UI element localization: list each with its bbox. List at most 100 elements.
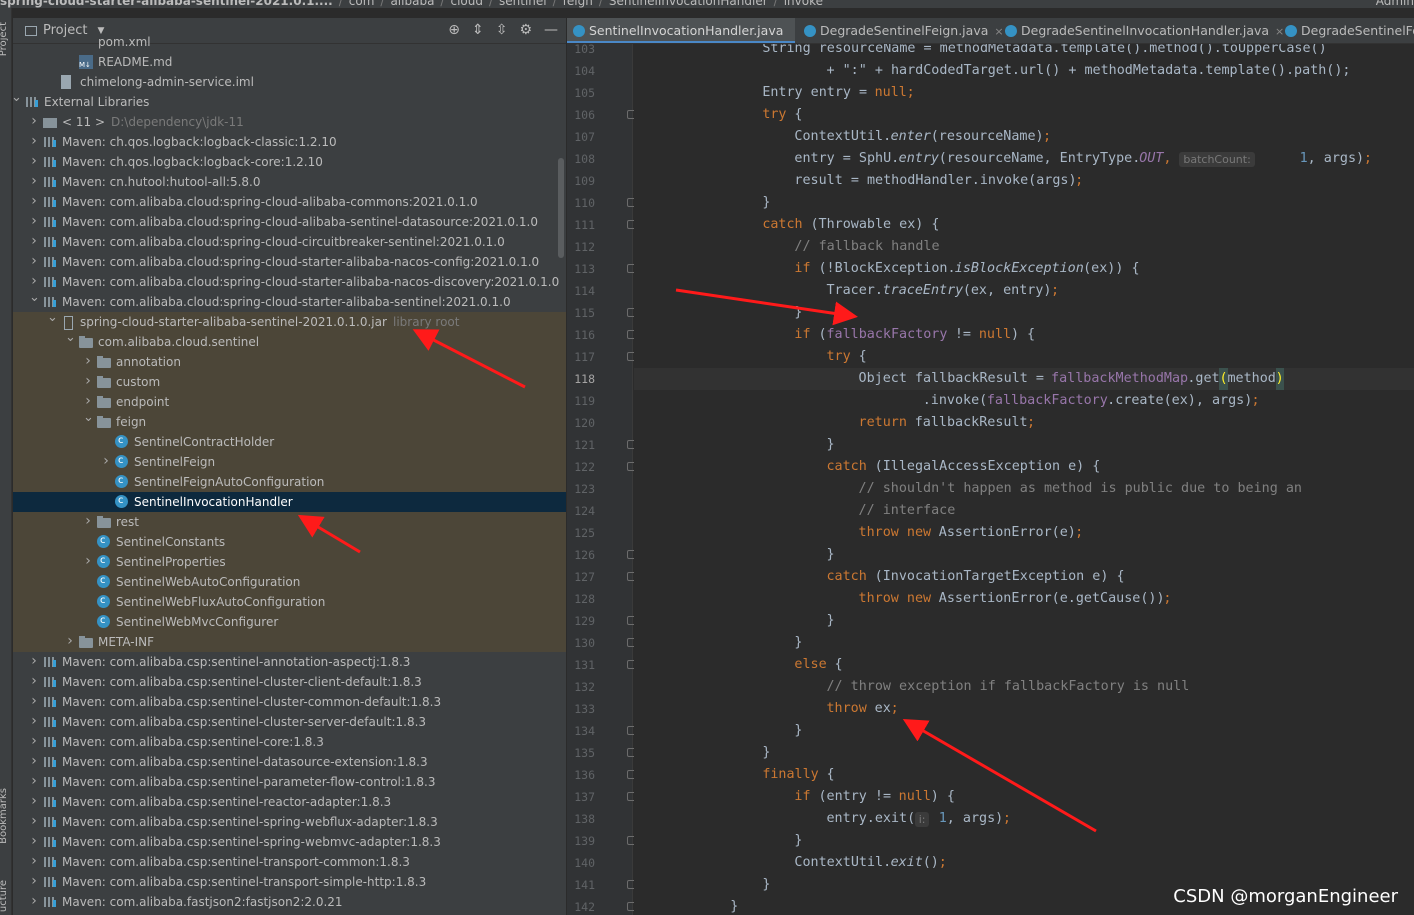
admin-label[interactable]: Admin xyxy=(1376,0,1414,8)
tree-item-library[interactable]: › Maven: com.alibaba.csp:sentinel-core:1.… xyxy=(13,732,566,752)
tree-item-class[interactable]: SentinelConstants xyxy=(13,531,566,552)
tree-item-folder-annotation[interactable]: › annotation xyxy=(13,352,566,372)
tree-item-library-sentinel[interactable]: ⌄ Maven: com.alibaba.cloud:spring-cloud-s… xyxy=(13,290,566,312)
tree-item-class[interactable]: SentinelFeignAutoConfiguration xyxy=(13,471,566,492)
bookmarks-tool-tab[interactable]: Bookmarks xyxy=(0,788,9,844)
tab-active[interactable]: SentinelInvocationHandler.java xyxy=(567,18,796,43)
chevron-down-icon[interactable]: ⌄ xyxy=(83,408,94,428)
chevron-down-icon[interactable]: ⌄ xyxy=(29,288,40,308)
tree-item-class[interactable]: SentinelWebMvcConfigurer xyxy=(13,611,566,632)
breadcrumb-item[interactable]: sentinel xyxy=(499,0,547,8)
chevron-down-icon[interactable]: ⌄ xyxy=(65,328,76,348)
tree-item-class[interactable]: › SentinelProperties xyxy=(13,551,566,572)
tree-item-library[interactable]: › Maven: com.alibaba.csp:sentinel-annotat… xyxy=(13,652,566,672)
tree-item-folder-meta-inf[interactable]: › META-INF xyxy=(13,632,566,652)
breadcrumb-item[interactable]: invoke xyxy=(784,0,823,8)
breadcrumb-item[interactable]: spring-cloud-starter-alibaba-sentinel-20… xyxy=(0,0,333,8)
chevron-right-icon[interactable]: › xyxy=(29,211,39,231)
code-token: entry = SphU. xyxy=(794,151,900,166)
tree-item-library[interactable]: › Maven: com.alibaba.csp:sentinel-cluster… xyxy=(13,692,566,712)
breadcrumb-item[interactable]: cloud xyxy=(450,0,483,8)
tree-item-library[interactable]: › Maven: com.alibaba.csp:sentinel-spring-… xyxy=(13,832,566,852)
tab-file[interactable]: DegradeSentinelInvocationHandler.java × xyxy=(999,18,1296,43)
tree-item-class-selected[interactable]: SentinelInvocationHandler xyxy=(13,491,566,512)
tree-item-class[interactable]: › SentinelFeign xyxy=(13,451,566,472)
tree-item-class[interactable]: SentinelWebAutoConfiguration xyxy=(13,571,566,592)
tree-item-library[interactable]: › Maven: com.alibaba.csp:sentinel-paramet… xyxy=(13,772,566,792)
chevron-right-icon[interactable]: › xyxy=(29,751,39,771)
chevron-right-icon[interactable]: › xyxy=(83,371,93,391)
tree-item-iml[interactable]: chimelong-admin-service.iml xyxy=(13,72,566,92)
code-token: ContextUtil. xyxy=(794,855,892,870)
chevron-right-icon[interactable]: › xyxy=(29,731,39,751)
tree-item-library[interactable]: › Maven: com.alibaba.csp:sentinel-transpo… xyxy=(13,872,566,892)
tree-item-folder-rest[interactable]: › rest xyxy=(13,512,566,532)
scrollbar[interactable] xyxy=(558,158,564,258)
chevron-right-icon[interactable]: › xyxy=(29,831,39,851)
tree-item-folder-endpoint[interactable]: › endpoint xyxy=(13,392,566,412)
chevron-right-icon[interactable]: › xyxy=(29,771,39,791)
chevron-right-icon[interactable]: › xyxy=(29,171,39,191)
tree-item-library[interactable]: › Maven: com.alibaba.csp:sentinel-datasou… xyxy=(13,752,566,772)
tree-item-label: SentinelProperties xyxy=(116,555,226,569)
chevron-right-icon[interactable]: › xyxy=(29,871,39,891)
tree-item-library[interactable]: › Maven: com.alibaba.csp:sentinel-spring-… xyxy=(13,812,566,832)
chevron-right-icon[interactable]: › xyxy=(101,451,111,471)
tab-file[interactable]: DegradeSentinelFeign.java × xyxy=(798,18,1016,43)
tree-item-label: SentinelWebFluxAutoConfiguration xyxy=(116,595,326,609)
tree-item-library[interactable]: › Maven: ch.qos.logback:logback-classic:1… xyxy=(13,132,566,152)
chevron-right-icon[interactable]: › xyxy=(29,671,39,691)
tree-item-library[interactable]: › Maven: ch.qos.logback:logback-core:1.2.… xyxy=(13,152,566,172)
chevron-down-icon[interactable]: ⌄ xyxy=(13,88,22,108)
tree-item-library[interactable]: › Maven: com.alibaba.csp:sentinel-reactor… xyxy=(13,792,566,812)
chevron-right-icon[interactable]: › xyxy=(29,791,39,811)
tree-item-jar[interactable]: ⌄ spring-cloud-starter-alibaba-sentinel-2… xyxy=(13,310,566,332)
chevron-down-icon[interactable]: ⌄ xyxy=(47,308,58,328)
code-token: } xyxy=(762,745,771,760)
chevron-right-icon[interactable]: › xyxy=(29,651,39,671)
chevron-right-icon[interactable]: › xyxy=(65,631,75,651)
tree-item-library[interactable]: › Maven: com.alibaba.cloud:spring-cloud-a… xyxy=(13,212,566,232)
chevron-right-icon[interactable]: › xyxy=(29,251,39,271)
project-tool-tab[interactable]: Project xyxy=(0,22,9,56)
chevron-right-icon[interactable]: › xyxy=(83,511,93,531)
class-icon xyxy=(115,431,128,451)
breadcrumb-item[interactable]: feign xyxy=(563,0,593,8)
chevron-right-icon[interactable]: › xyxy=(29,891,39,911)
tree-item-library[interactable]: › Maven: com.alibaba.cloud:spring-cloud-a… xyxy=(13,192,566,212)
tree-item-library[interactable]: › Maven: com.alibaba.csp:sentinel-cluster… xyxy=(13,672,566,692)
chevron-right-icon[interactable]: › xyxy=(29,111,39,131)
chevron-right-icon[interactable]: › xyxy=(29,191,39,211)
chevron-right-icon[interactable]: › xyxy=(29,691,39,711)
tree-item-jdk[interactable]: › < 11 > D:\dependency\jdk-11 xyxy=(13,112,566,132)
tree-item-library[interactable]: › Maven: cn.hutool:hutool-all:5.8.0 xyxy=(13,172,566,192)
chevron-right-icon[interactable]: › xyxy=(29,811,39,831)
tab-file[interactable]: DegradeSentinelFei xyxy=(1279,18,1414,43)
tree-item-library[interactable]: › Maven: com.alibaba.csp:sentinel-cluster… xyxy=(13,712,566,732)
breadcrumb-item[interactable]: SentinelInvocationHandler xyxy=(609,0,768,8)
tree-item-library[interactable]: › Maven: com.alibaba.cloud:spring-cloud-s… xyxy=(13,252,566,272)
chevron-right-icon[interactable]: › xyxy=(29,231,39,251)
chevron-right-icon[interactable]: › xyxy=(29,131,39,151)
tree-item-readme[interactable]: README.md xyxy=(13,52,566,75)
tree-item-pom[interactable]: pom.xml xyxy=(13,32,566,52)
tree-item-library[interactable]: › Maven: com.alibaba.cloud:spring-cloud-s… xyxy=(13,272,566,292)
structure-tool-tab[interactable]: ucture xyxy=(0,880,9,912)
chevron-right-icon[interactable]: › xyxy=(29,151,39,171)
chevron-right-icon[interactable]: › xyxy=(83,351,93,371)
tree-item-folder-custom[interactable]: › custom xyxy=(13,372,566,392)
code-editor[interactable]: String resourceName = methodMetadata.tem… xyxy=(634,44,1414,915)
chevron-right-icon[interactable]: › xyxy=(83,551,93,571)
tree-item-class[interactable]: SentinelWebFluxAutoConfiguration xyxy=(13,591,566,612)
tree-item-library[interactable]: › Maven: com.alibaba.cloud:spring-cloud-c… xyxy=(13,232,566,252)
tree-item-folder-feign[interactable]: ⌄ feign xyxy=(13,410,566,432)
tree-item-library[interactable]: › Maven: com.alibaba.fastjson2:fastjson2:… xyxy=(13,892,566,912)
chevron-right-icon[interactable]: › xyxy=(29,711,39,731)
tree-item-library[interactable]: › Maven: com.alibaba.csp:sentinel-transpo… xyxy=(13,852,566,872)
breadcrumb-item[interactable]: alibaba xyxy=(390,0,434,8)
tree-item-class[interactable]: SentinelContractHolder xyxy=(13,431,566,452)
breadcrumb-item[interactable]: com xyxy=(349,0,375,8)
tree-item-package[interactable]: ⌄ com.alibaba.cloud.sentinel xyxy=(13,330,566,352)
chevron-right-icon[interactable]: › xyxy=(29,851,39,871)
tree-item-external-libraries[interactable]: ⌄ External Libraries xyxy=(13,90,566,112)
